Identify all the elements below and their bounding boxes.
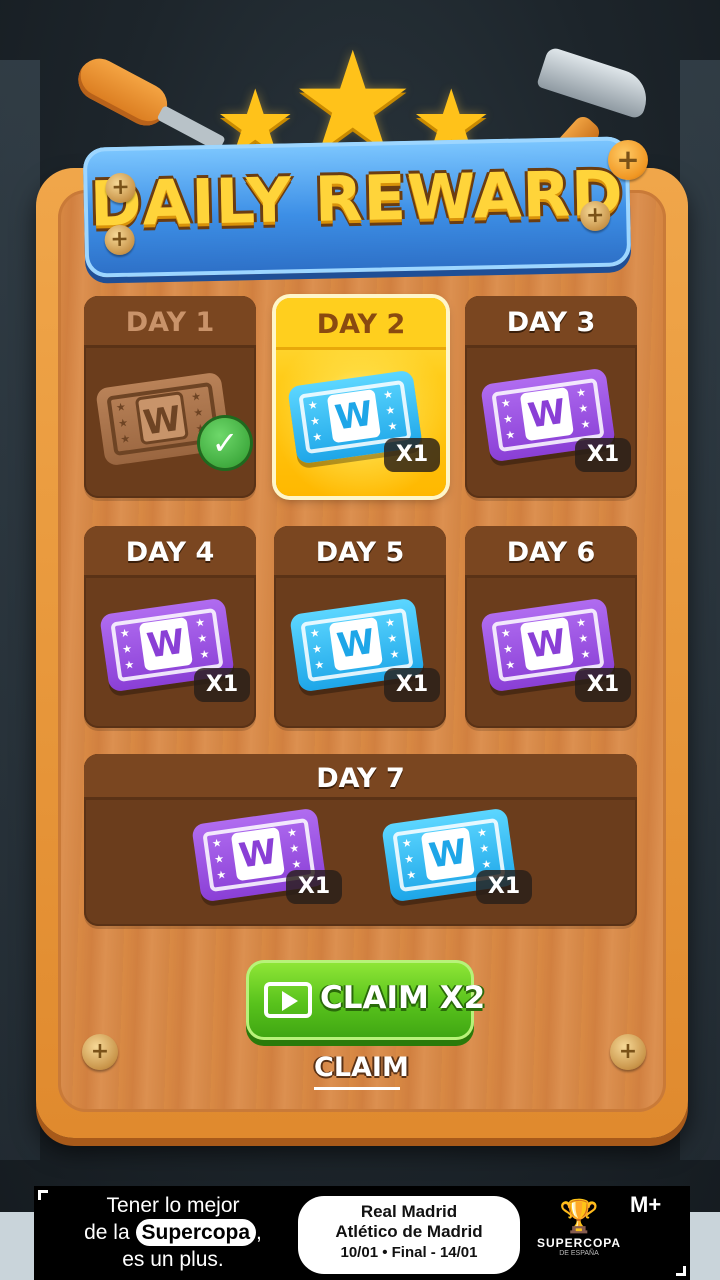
ticket-letter: W: [138, 617, 193, 672]
screw-icon: +: [104, 224, 135, 256]
background-strip: [690, 1212, 720, 1280]
day-label: DAY 1: [84, 296, 256, 348]
ticket-letter: W: [134, 391, 189, 446]
quantity-badge: X1: [286, 870, 342, 904]
quantity-badge: X1: [575, 668, 631, 702]
page-title: DAILY REWARD: [89, 156, 625, 241]
day-card-6[interactable]: DAY 6 ★ ★ ★ W ★ ★ ★ X1: [465, 526, 637, 728]
ad-headline: Tener lo mejor de la Supercopa, es un pl…: [84, 1194, 262, 1271]
ad-match-card: Real Madrid Atlético de Madrid 10/01 • F…: [298, 1196, 520, 1274]
ticket-letter: W: [519, 387, 574, 442]
quantity-badge: X1: [384, 438, 440, 472]
ticket-letter: W: [328, 617, 383, 672]
ad-corner-mark: [38, 1190, 48, 1200]
ticket-letter: W: [519, 617, 574, 672]
claim-x2-button[interactable]: CLAIM X2: [246, 960, 485, 1040]
screw-icon: +: [610, 1034, 646, 1070]
title-banner: DAILY REWARD + + +: [82, 136, 632, 278]
screw-icon: +: [608, 140, 648, 180]
ad-corner-mark: [676, 1266, 686, 1276]
trophy-icon: 🏆: [559, 1198, 599, 1234]
quantity-badge: X1: [575, 438, 631, 472]
background-left: [0, 60, 40, 1160]
ticket-letter: W: [420, 827, 475, 882]
quantity-badge: X1: [384, 668, 440, 702]
day-label: DAY 5: [274, 526, 446, 578]
quantity-badge: X1: [476, 870, 532, 904]
claim-button[interactable]: CLAIM: [314, 1048, 409, 1090]
day-card-7[interactable]: DAY 7 ★ ★ ★ W ★ ★ ★ X1 ★ ★ ★ W ★ ★ ★ X1: [84, 754, 637, 926]
brand-logo: M+: [630, 1192, 662, 1217]
supercopa-logo: 🏆 SUPERCOPA DE ESPAÑA: [524, 1196, 634, 1276]
day-label: DAY 6: [465, 526, 637, 578]
ticket-letter: W: [326, 389, 381, 444]
day-label: DAY 4: [84, 526, 256, 578]
ticket-letter: W: [230, 827, 285, 882]
day-card-3[interactable]: DAY 3 ★ ★ ★ W ★ ★ ★ X1: [465, 296, 637, 498]
day-label: DAY 3: [465, 296, 637, 348]
day-card-5[interactable]: DAY 5 ★ ★ ★ W ★ ★ ★ X1: [274, 526, 446, 728]
checkmark-icon: ✓: [200, 418, 250, 468]
day-card-2[interactable]: DAY 2 ★ ★ ★ W ★ ★ ★ X1: [276, 298, 446, 496]
day-label: DAY 2: [276, 298, 446, 350]
screw-icon: +: [82, 1034, 118, 1070]
ad-banner[interactable]: Tener lo mejor de la Supercopa, es un pl…: [34, 1186, 690, 1280]
quantity-badge: X1: [194, 668, 250, 702]
day-label: DAY 7: [84, 754, 637, 800]
claim-x2-label: CLAIM X2: [320, 980, 486, 1016]
video-play-icon: [264, 982, 312, 1018]
background-strip: [0, 1212, 34, 1280]
day-card-4[interactable]: DAY 4 ★ ★ ★ W ★ ★ ★ X1: [84, 526, 256, 728]
day-card-1[interactable]: DAY 1 ★ ★ ★ W ★ ★ ★ ✓: [84, 296, 256, 498]
